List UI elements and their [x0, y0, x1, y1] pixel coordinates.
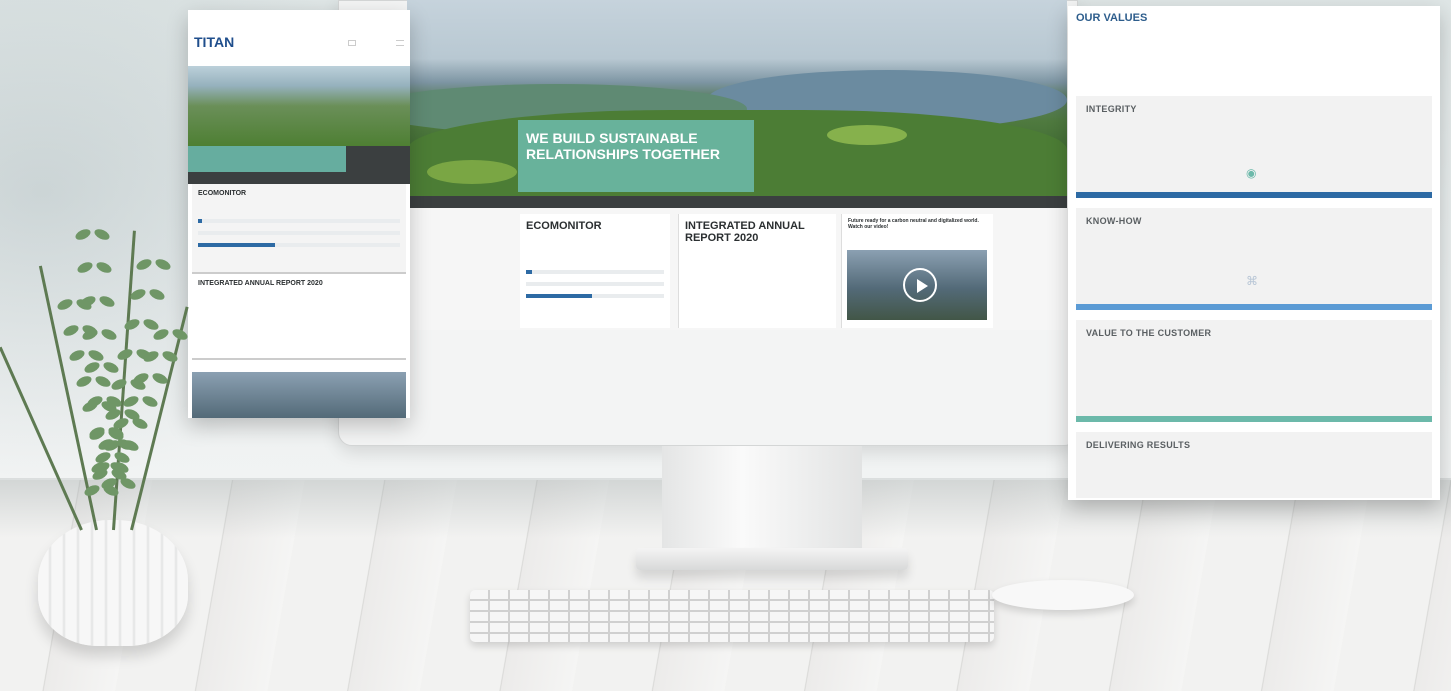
values-title: OUR VALUES — [1076, 12, 1148, 24]
progress-track — [526, 282, 664, 286]
hero-title: WE BUILD SUSTAINABLE RELATIONSHIPS TOGET… — [526, 130, 720, 162]
video-thumbnail[interactable] — [847, 250, 987, 320]
search-icon[interactable] — [348, 40, 356, 46]
progress-row — [198, 231, 400, 235]
value-card-know-how: KNOW-HOW ⌘ — [1076, 208, 1432, 304]
value-card-delivering-results: DELIVERING RESULTS — [1076, 432, 1432, 498]
hero-landscape: WE BUILD SUSTAINABLE RELATIONSHIPS TOGET… — [407, 0, 1067, 210]
video-title: Future ready for a carbon neutral and di… — [848, 218, 979, 230]
progress-fill — [526, 294, 593, 298]
values-screenshot: OUR VALUES INTEGRITY ◉ KNOW-HOW ⌘ VALUE … — [1068, 6, 1440, 500]
mobile-video-thumbnail[interactable] — [192, 372, 406, 418]
progress-track — [198, 243, 400, 247]
ecomonitor-card[interactable]: ECOMONITOR — [520, 214, 670, 328]
annual-report-card[interactable]: INTEGRATED ANNUAL REPORT 2020 — [678, 214, 836, 328]
mouse — [992, 580, 1134, 610]
progress-track — [526, 270, 664, 274]
keyboard — [470, 590, 994, 642]
mobile-video-heading — [192, 358, 406, 370]
progress-track — [198, 219, 400, 223]
titan-logo: TITAN — [194, 34, 235, 50]
menu-icon[interactable] — [396, 40, 404, 46]
progress-fill — [198, 219, 203, 223]
mobile-annual-report-title: INTEGRATED ANNUAL REPORT 2020 — [198, 280, 323, 287]
progress-row — [198, 243, 400, 247]
ecomonitor-title: ECOMONITOR — [526, 220, 602, 232]
mobile-hero-image — [188, 66, 410, 146]
mobile-header: TITAN — [188, 10, 410, 66]
value-bar — [1076, 192, 1432, 198]
value-bar — [1076, 304, 1432, 310]
value-name: VALUE TO THE CUSTOMER — [1086, 328, 1212, 338]
value-bar — [1076, 416, 1432, 422]
value-name: INTEGRITY — [1086, 104, 1137, 114]
monitor-screen: WE BUILD SUSTAINABLE RELATIONSHIPS TOGET… — [407, 0, 1067, 330]
meadow — [827, 125, 907, 145]
vase — [38, 520, 188, 646]
value-card-value-to-the-customer: VALUE TO THE CUSTOMER — [1076, 320, 1432, 416]
progress-track — [198, 231, 400, 235]
progress-row — [526, 270, 664, 274]
mobile-ecomonitor-title: ECOMONITOR — [198, 190, 247, 197]
progress-fill — [526, 270, 532, 274]
progress-row — [526, 282, 664, 286]
value-card-integrity: INTEGRITY ◉ — [1076, 96, 1432, 192]
progress-track — [526, 294, 664, 298]
mobile-annual-report-section: INTEGRATED ANNUAL REPORT 2020 — [192, 272, 406, 358]
monitor-stand — [662, 446, 862, 554]
value-name: KNOW-HOW — [1086, 216, 1142, 226]
progress-fill — [198, 243, 275, 247]
monitor-stand-base — [636, 548, 908, 570]
hero-banner: WE BUILD SUSTAINABLE RELATIONSHIPS TOGET… — [518, 120, 754, 192]
mobile-hero-band — [188, 146, 410, 184]
mobile-ecomonitor-section: ECOMONITOR — [192, 184, 406, 272]
cards-row: ECOMONITOR INTEGRATED ANNUAL REPORT 2020… — [407, 208, 1067, 330]
hero-caption-bar — [407, 196, 1067, 208]
progress-row — [198, 219, 400, 223]
annual-report-title: INTEGRATED ANNUAL REPORT 2020 — [685, 220, 805, 244]
play-icon[interactable] — [903, 268, 937, 302]
progress-row — [526, 294, 664, 298]
meadow — [427, 160, 517, 184]
value-name: DELIVERING RESULTS — [1086, 440, 1191, 450]
mobile-hero-banner — [188, 146, 346, 172]
photo-scene: WE BUILD SUSTAINABLE RELATIONSHIPS TOGET… — [0, 0, 1451, 691]
eye-icon: ◉ — [1246, 166, 1257, 180]
network-icon: ⌘ — [1246, 274, 1258, 288]
mobile-screenshot: TITAN ECOMONITOR INTEGRATED ANNUAL REPOR… — [188, 10, 410, 418]
